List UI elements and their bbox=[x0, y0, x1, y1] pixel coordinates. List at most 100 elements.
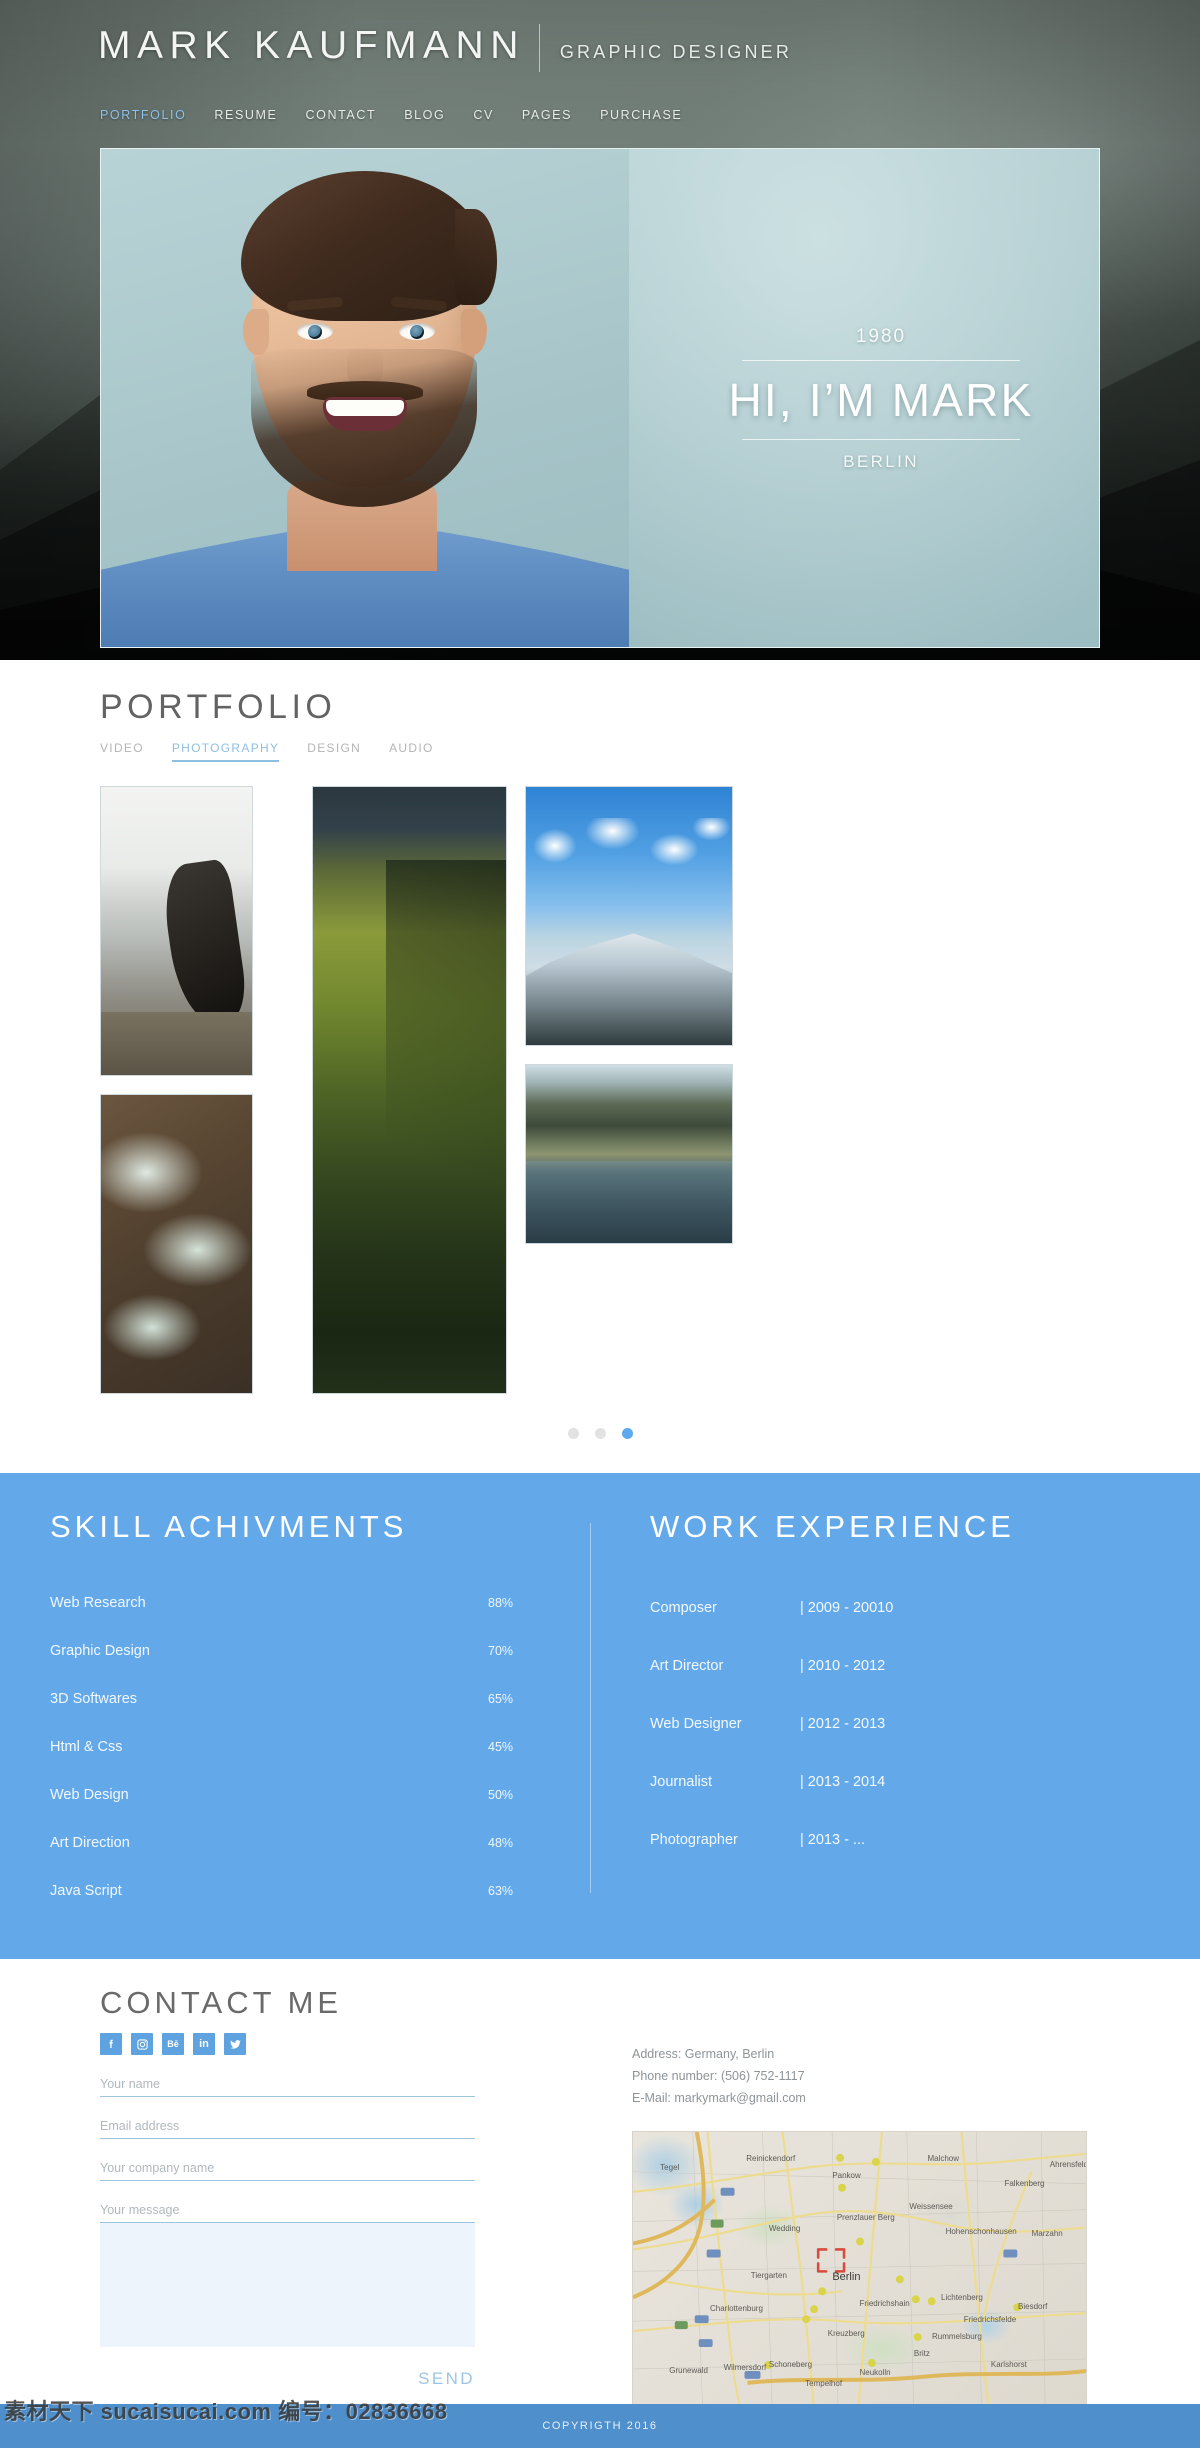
map-label: Marzahn bbox=[1031, 2229, 1063, 2239]
skill-label: 3D Softwares bbox=[50, 1691, 138, 1707]
filter-design[interactable]: DESIGN bbox=[307, 741, 361, 762]
send-button[interactable]: SEND bbox=[418, 2369, 475, 2389]
portfolio-title: PORTFOLIO bbox=[100, 688, 337, 726]
message-textarea[interactable] bbox=[100, 2223, 475, 2347]
brand: MARK KAUFMANN GRAPHIC DESIGNER bbox=[98, 24, 792, 72]
map-label: Britz bbox=[913, 2348, 930, 2358]
gallery-item-fjord-shoreline[interactable] bbox=[525, 1064, 733, 1244]
contact-address: Address: Germany, Berlin bbox=[632, 2047, 775, 2061]
work-row: Journalist | 2013 - 2014 bbox=[650, 1753, 1150, 1811]
instagram-icon[interactable] bbox=[131, 2033, 153, 2055]
map-label: Lichtenberg bbox=[941, 2293, 983, 2303]
map-label: Neukolln bbox=[859, 2368, 891, 2378]
skill-percent: 65% bbox=[488, 1692, 514, 1706]
behance-icon[interactable]: Bē bbox=[162, 2033, 184, 2055]
hero-year: 1980 bbox=[855, 326, 907, 347]
hero-title: HI, I’M MARK bbox=[728, 374, 1034, 426]
brand-name: MARK KAUFMANN bbox=[98, 24, 525, 67]
nav-item-purchase[interactable]: PURCHASE bbox=[600, 108, 682, 122]
skill-label: Html & Css bbox=[50, 1739, 123, 1755]
location-map[interactable]: Berlin Tegel Reinickendorf Pankow Weddin… bbox=[632, 2131, 1087, 2411]
nav-item-blog[interactable]: BLOG bbox=[404, 108, 445, 122]
gallery-item-photographer-on-ice[interactable] bbox=[100, 786, 253, 1076]
nav-item-resume[interactable]: RESUME bbox=[214, 108, 277, 122]
nav-item-cv[interactable]: CV bbox=[473, 108, 494, 122]
company-field-placeholder: Your company name bbox=[100, 2161, 215, 2175]
facebook-icon[interactable] bbox=[100, 2033, 122, 2055]
gallery-item-snow-mountain-blue-sky[interactable] bbox=[525, 786, 733, 1046]
contact-details: Address: Germany, Berlin Phone number: (… bbox=[632, 2043, 1100, 2109]
skill-track bbox=[200, 1740, 470, 1755]
skill-percent: 45% bbox=[488, 1740, 514, 1754]
map-label: Biesdorf bbox=[1018, 2301, 1048, 2311]
skill-row: Java Script 63% bbox=[50, 1867, 590, 1915]
map-label: Weissensee bbox=[909, 2201, 953, 2211]
map-label: Rummelsburg bbox=[931, 2332, 982, 2342]
skill-label: Java Script bbox=[50, 1883, 122, 1899]
map-label: Grunewald bbox=[669, 2365, 708, 2375]
map-label: Friedrichshain bbox=[859, 2298, 910, 2308]
gallery-item-braided-river-aerial[interactable] bbox=[100, 1094, 253, 1394]
carousel-dot-2[interactable] bbox=[594, 1428, 606, 1439]
carousel-dot-1[interactable] bbox=[567, 1428, 579, 1439]
contact-section: CONTACT ME Bē in Your name Email address… bbox=[0, 1959, 1200, 2411]
map-city-label: Berlin bbox=[832, 2271, 861, 2283]
skill-row: Web Design 50% bbox=[50, 1771, 590, 1819]
hero-section: MARK KAUFMANN GRAPHIC DESIGNER PORTFOLIO… bbox=[0, 0, 1200, 660]
work-title: WORK EXPERIENCE bbox=[650, 1509, 1015, 1544]
name-field-underline[interactable] bbox=[100, 2096, 475, 2097]
nav-item-contact[interactable]: CONTACT bbox=[306, 108, 377, 122]
filter-photography[interactable]: PHOTOGRAPHY bbox=[171, 741, 280, 762]
hero-text-block: 1980 HI, I’M MARK BERLIN bbox=[661, 149, 1099, 647]
skill-track bbox=[200, 1836, 470, 1851]
carousel-dots bbox=[100, 1428, 1100, 1439]
skill-label: Art Direction bbox=[50, 1835, 130, 1851]
brand-divider bbox=[538, 24, 540, 72]
skill-percent: 63% bbox=[488, 1884, 514, 1898]
message-field-placeholder: Your message bbox=[100, 2203, 180, 2217]
work-role: Art Director bbox=[650, 1658, 724, 1674]
twitter-icon[interactable] bbox=[224, 2033, 246, 2055]
work-years: | 2010 - 2012 bbox=[800, 1658, 886, 1674]
map-label: Ahrensfelde bbox=[1049, 2159, 1086, 2169]
map-label: Friedrichsfelde bbox=[963, 2315, 1017, 2325]
filter-video[interactable]: VIDEO bbox=[100, 741, 144, 762]
skill-row: Html & Css 45% bbox=[50, 1723, 590, 1771]
map-label: Tempelhof bbox=[805, 2379, 843, 2389]
hero-card: 1980 HI, I’M MARK BERLIN bbox=[100, 148, 1100, 648]
copyright-text: COPYRIGTH 2016 bbox=[542, 2420, 658, 2432]
work-role: Photographer bbox=[650, 1832, 738, 1848]
map-label: Tegel bbox=[660, 2162, 680, 2172]
work-years: | 2012 - 2013 bbox=[800, 1716, 886, 1732]
nav-item-pages[interactable]: PAGES bbox=[522, 108, 572, 122]
skill-label: Web Research bbox=[50, 1595, 146, 1611]
nav-item-portfolio[interactable]: PORTFOLIO bbox=[100, 108, 186, 122]
email-field-underline[interactable] bbox=[100, 2138, 475, 2139]
hero-rule-top bbox=[742, 360, 1020, 361]
map-label: Pankow bbox=[832, 2170, 861, 2180]
main-nav: PORTFOLIO RESUME CONTACT BLOG CV PAGES P… bbox=[100, 108, 710, 122]
map-label: Prenzlauer Berg bbox=[836, 2212, 895, 2222]
map-label: Schoneberg bbox=[768, 2359, 813, 2369]
map-label: Karlshorst bbox=[990, 2359, 1027, 2369]
portrait-photo bbox=[101, 149, 629, 647]
carousel-dot-3[interactable] bbox=[621, 1428, 633, 1439]
contact-form-column: CONTACT ME Bē in Your name Email address… bbox=[100, 1985, 560, 2411]
work-row: Web Designer | 2012 - 2013 bbox=[650, 1695, 1150, 1753]
work-role: Composer bbox=[650, 1600, 717, 1616]
gallery-item-green-mossy-mountain[interactable] bbox=[312, 786, 507, 1394]
filter-audio[interactable]: AUDIO bbox=[389, 741, 434, 762]
company-field-underline[interactable] bbox=[100, 2180, 475, 2181]
skill-row: 3D Softwares 65% bbox=[50, 1675, 590, 1723]
linkedin-icon[interactable]: in bbox=[193, 2033, 215, 2055]
name-field-placeholder: Your name bbox=[100, 2077, 160, 2091]
work-years: | 2013 - ... bbox=[800, 1832, 866, 1848]
skill-percent: 50% bbox=[488, 1788, 514, 1802]
skill-percent: 48% bbox=[488, 1836, 514, 1850]
skill-percent: 88% bbox=[488, 1596, 514, 1610]
email-field-placeholder: Email address bbox=[100, 2119, 180, 2133]
hero-rule-bottom bbox=[742, 439, 1020, 440]
skills-title: SKILL ACHIVMENTS bbox=[50, 1509, 408, 1544]
map-label: Reinickendorf bbox=[746, 2154, 796, 2164]
map-label: Hohenschonhausen bbox=[945, 2226, 1017, 2236]
